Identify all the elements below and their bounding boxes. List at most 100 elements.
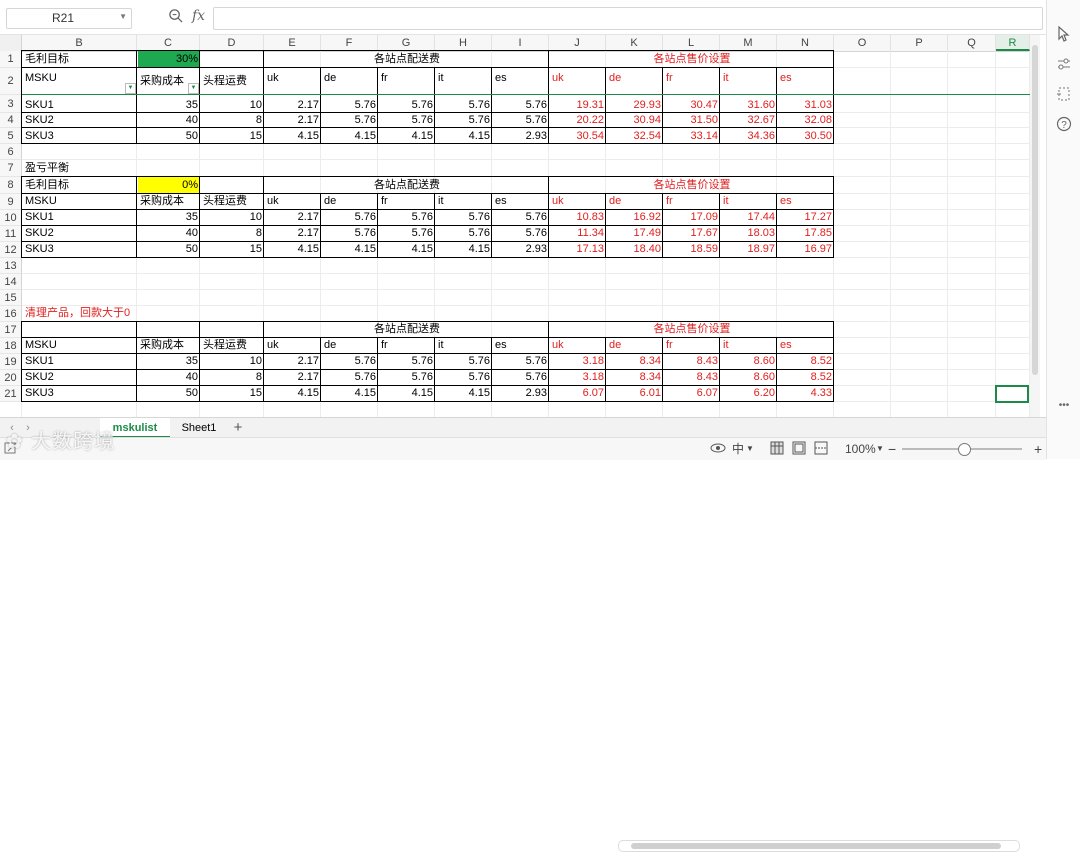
value-cell[interactable]: 31.03: [778, 95, 834, 112]
normal-view-icon[interactable]: [770, 441, 784, 457]
sku-cell[interactable]: SKU2: [23, 226, 137, 241]
row-header-20[interactable]: 20: [0, 370, 22, 386]
value-cell[interactable]: 17.44: [721, 210, 777, 225]
page-layout-icon[interactable]: [792, 441, 806, 457]
block2-shipping-header[interactable]: 各站点配送费: [265, 177, 549, 193]
column-header-g[interactable]: G: [378, 35, 435, 51]
value-cell[interactable]: 11.34: [550, 226, 606, 241]
row-header-16[interactable]: 16: [0, 306, 22, 322]
value-cell[interactable]: 8.60: [721, 370, 777, 385]
value-cell[interactable]: 4.15: [379, 386, 435, 401]
adjust-sliders-icon[interactable]: [1055, 56, 1073, 74]
value-cell[interactable]: 4.15: [379, 242, 435, 257]
value-cell[interactable]: 50: [138, 128, 200, 143]
value-cell[interactable]: 17.67: [664, 226, 720, 241]
value-cell[interactable]: 17.85: [778, 226, 834, 241]
value-cell[interactable]: 5.76: [436, 95, 492, 112]
value-cell[interactable]: 30.94: [607, 113, 663, 127]
value-cell[interactable]: 4.15: [379, 128, 435, 143]
value-cell[interactable]: 35: [138, 354, 200, 369]
block3-col-header[interactable]: de: [322, 338, 378, 353]
block1-target-label[interactable]: 毛利目标: [23, 51, 137, 67]
block2-col-header[interactable]: it: [436, 194, 492, 209]
row-header-8[interactable]: 8: [0, 177, 22, 194]
value-cell[interactable]: 6.20: [721, 386, 777, 401]
value-cell[interactable]: 5.76: [379, 95, 435, 112]
value-cell[interactable]: 6.01: [607, 386, 663, 401]
block3-col-header[interactable]: de: [607, 338, 663, 353]
block1-price-header[interactable]: 各站点售价设置: [550, 51, 834, 67]
value-cell[interactable]: 5.76: [493, 210, 549, 225]
block3-col-header[interactable]: uk: [550, 338, 606, 353]
row-header-10[interactable]: 10: [0, 210, 22, 226]
input-mode[interactable]: 中: [732, 441, 744, 457]
block3-col-header[interactable]: 采购成本: [138, 338, 200, 353]
value-cell[interactable]: 17.27: [778, 210, 834, 225]
value-cell[interactable]: 4.15: [436, 242, 492, 257]
sku-cell[interactable]: SKU1: [23, 95, 137, 112]
value-cell[interactable]: 2.17: [265, 210, 321, 225]
block1-col-header[interactable]: fr: [379, 68, 435, 94]
value-cell[interactable]: 16.92: [607, 210, 663, 225]
zoom-out-button[interactable]: −: [888, 441, 896, 457]
block2-col-header[interactable]: fr: [379, 194, 435, 209]
tab-sheet1[interactable]: Sheet1: [172, 418, 226, 438]
row-header-1[interactable]: 1: [0, 51, 22, 68]
row-header-19[interactable]: 19: [0, 354, 22, 370]
value-cell[interactable]: 30.50: [778, 128, 834, 143]
sku-cell[interactable]: SKU3: [23, 386, 137, 401]
formula-input[interactable]: [213, 7, 1043, 30]
frame-select-icon[interactable]: [1055, 86, 1073, 104]
block2-col-header[interactable]: 采购成本: [138, 194, 200, 209]
chevron-down-icon[interactable]: ▼: [119, 12, 127, 21]
spreadsheet-grid[interactable]: BCDEFGHIJKLMNOPQR 1 2 3 4 5 6 7 8 9 10 11 12 13 14 15 1…: [0, 35, 1040, 417]
sku-cell[interactable]: SKU3: [23, 128, 137, 143]
value-cell[interactable]: 5.76: [436, 113, 492, 127]
add-sheet-button[interactable]: +: [228, 418, 248, 438]
value-cell[interactable]: 2.17: [265, 113, 321, 127]
value-cell[interactable]: 32.54: [607, 128, 663, 143]
value-cell[interactable]: 15: [201, 128, 264, 143]
zoom-level[interactable]: 100%: [845, 441, 876, 457]
value-cell[interactable]: 15: [201, 386, 264, 401]
value-cell[interactable]: 40: [138, 370, 200, 385]
block2-col-header[interactable]: uk: [265, 194, 321, 209]
block1-col-header[interactable]: de: [322, 68, 378, 94]
value-cell[interactable]: 2.93: [493, 386, 549, 401]
value-cell[interactable]: 8: [201, 370, 264, 385]
value-cell[interactable]: 35: [138, 210, 200, 225]
value-cell[interactable]: 32.67: [721, 113, 777, 127]
column-header-n[interactable]: N: [777, 35, 834, 51]
row-header-6[interactable]: 6: [0, 144, 22, 160]
eye-protection-icon[interactable]: [710, 441, 726, 457]
block3-col-header[interactable]: es: [493, 338, 549, 353]
block1-target-value[interactable]: 30%: [138, 51, 200, 67]
name-box[interactable]: R21 ▼: [6, 8, 132, 29]
value-cell[interactable]: 4.15: [322, 386, 378, 401]
zoom-slider-knob[interactable]: [958, 443, 971, 456]
value-cell[interactable]: 32.08: [778, 113, 834, 127]
value-cell[interactable]: 30.47: [664, 95, 720, 112]
value-cell[interactable]: 8.34: [607, 370, 663, 385]
section-title-breakeven[interactable]: 盈亏平衡: [23, 160, 137, 176]
value-cell[interactable]: 5.76: [322, 370, 378, 385]
value-cell[interactable]: 4.15: [322, 128, 378, 143]
column-header-q[interactable]: Q: [948, 35, 996, 51]
block2-col-header[interactable]: 头程运费: [201, 194, 264, 209]
block1-col-header[interactable]: it: [436, 68, 492, 94]
column-header-c[interactable]: C: [137, 35, 200, 51]
block2-col-header[interactable]: MSKU: [23, 194, 137, 209]
column-header-r[interactable]: R: [996, 35, 1030, 51]
block2-col-header[interactable]: de: [607, 194, 663, 209]
row-header-13[interactable]: 13: [0, 258, 22, 274]
column-header-p[interactable]: P: [891, 35, 948, 51]
value-cell[interactable]: 18.40: [607, 242, 663, 257]
value-cell[interactable]: 19.31: [550, 95, 606, 112]
row-header-17[interactable]: 17: [0, 322, 22, 338]
zoom-in-button[interactable]: +: [1034, 441, 1042, 457]
block3-shipping-header[interactable]: 各站点配送费: [265, 322, 549, 337]
block2-col-header[interactable]: uk: [550, 194, 606, 209]
value-cell[interactable]: 5.76: [379, 210, 435, 225]
value-cell[interactable]: 5.76: [322, 95, 378, 112]
row-header-7[interactable]: 7: [0, 160, 22, 177]
